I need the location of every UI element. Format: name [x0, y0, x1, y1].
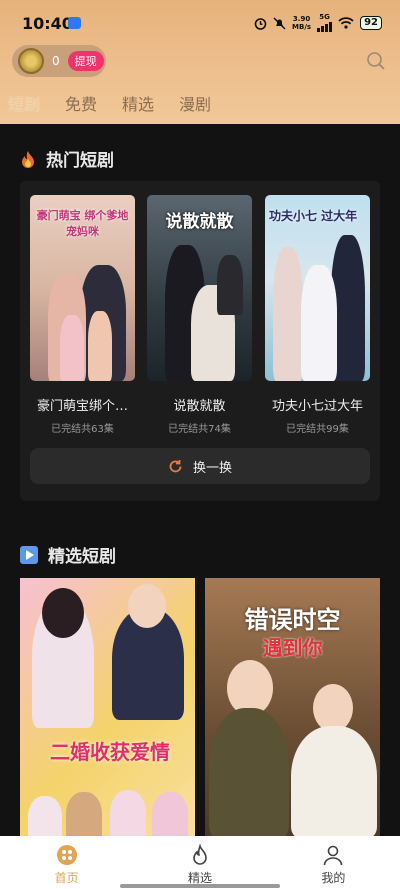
hot-dramas-card: 豪门萌宝 绑个爹地宠妈咪 豪门萌宝绑个… 已完结共63集 说散就散 说散就散 已… — [20, 181, 380, 501]
drama-poster[interactable]: 豪门萌宝 绑个爹地宠妈咪 — [30, 195, 135, 381]
battery-indicator: 92 — [360, 16, 382, 30]
tab-short-drama[interactable]: 短剧 — [8, 91, 40, 115]
drama-name: 豪门萌宝绑个… — [36, 399, 128, 414]
mute-icon — [273, 16, 286, 30]
poster-title: 错误时空 — [244, 606, 341, 634]
drama-item[interactable]: 豪门萌宝 绑个爹地宠妈咪 豪门萌宝绑个… 已完结共63集 — [30, 195, 135, 435]
category-tabs: 短剧 免费 精选 漫剧 — [8, 91, 211, 115]
flame-icon — [193, 844, 207, 865]
drama-item[interactable]: 功夫小七 过大年 功夫小七过大年 已完结共99集 — [265, 195, 370, 435]
drama-item[interactable]: 说散就散 说散就散 已完结共74集 — [147, 195, 252, 435]
coin-balance-pill[interactable]: 0 提现 — [12, 45, 106, 77]
nav-profile[interactable]: 我的 — [267, 836, 400, 889]
drama-status: 已完结共63集 — [51, 424, 114, 435]
play-icon — [20, 545, 38, 564]
signal-block: 5G — [317, 13, 333, 32]
tab-free[interactable]: 免费 — [65, 91, 97, 115]
network-type: 5G — [319, 13, 330, 21]
hot-section-title: 热门短剧 — [46, 151, 114, 171]
drama-poster[interactable]: 功夫小七 过大年 — [265, 195, 370, 381]
home-icon — [56, 845, 77, 865]
featured-poster[interactable]: 二婚收获爱情 — [20, 578, 195, 838]
fire-icon — [22, 150, 34, 168]
profile-icon — [324, 845, 343, 866]
poster-subtitle: 遇到你 — [262, 636, 323, 660]
coin-count: 0 — [52, 54, 60, 68]
status-time: 10:40 — [22, 14, 73, 33]
poster-title: 豪门萌宝 绑个爹地宠妈咪 — [36, 209, 129, 238]
drama-poster[interactable]: 说散就散 — [147, 195, 252, 381]
alarm-icon — [254, 17, 267, 30]
drama-status: 已完结共74集 — [168, 424, 231, 435]
nav-home-label: 首页 — [54, 871, 79, 885]
nav-profile-label: 我的 — [321, 871, 346, 885]
coin-icon — [18, 48, 44, 74]
poster-title: 二婚收获爱情 — [50, 740, 170, 764]
tab-comic-drama[interactable]: 漫剧 — [179, 91, 211, 115]
nav-featured[interactable]: 精选 — [133, 836, 266, 889]
drama-name: 功夫小七过大年 — [271, 399, 363, 414]
network-speed: 3.90 MB/s — [292, 15, 311, 31]
drama-status: 已完结共99集 — [286, 424, 349, 435]
featured-poster[interactable]: 错误时空 遇到你 — [205, 578, 380, 838]
nav-home[interactable]: 首页 — [0, 836, 133, 889]
notification-app-icon — [68, 17, 81, 29]
refresh-label: 换一换 — [192, 460, 232, 476]
search-icon[interactable] — [366, 51, 386, 71]
status-bar: 10:40 3.90 MB/s 5G 92 — [0, 0, 400, 44]
refresh-icon — [169, 459, 182, 472]
speed-unit: MB/s — [292, 23, 312, 31]
poster-title: 说散就散 — [165, 212, 234, 232]
featured-section-title: 精选短剧 — [48, 547, 116, 567]
bottom-navigation: 首页 精选 我的 — [0, 836, 400, 889]
featured-section-header: 精选短剧 — [20, 542, 116, 567]
poster-title: 功夫小七 过大年 — [269, 209, 358, 223]
home-indicator[interactable] — [120, 884, 280, 888]
wifi-icon — [338, 17, 354, 29]
status-right: 3.90 MB/s 5G 92 — [254, 14, 382, 32]
hot-section-header: 热门短剧 — [20, 146, 114, 171]
speed-value: 3.90 — [292, 15, 311, 23]
refresh-button[interactable]: 换一换 — [30, 448, 370, 484]
tab-featured[interactable]: 精选 — [122, 91, 154, 115]
drama-name: 说散就散 — [173, 399, 226, 414]
signal-icon — [317, 21, 333, 32]
withdraw-button[interactable]: 提现 — [67, 51, 104, 71]
